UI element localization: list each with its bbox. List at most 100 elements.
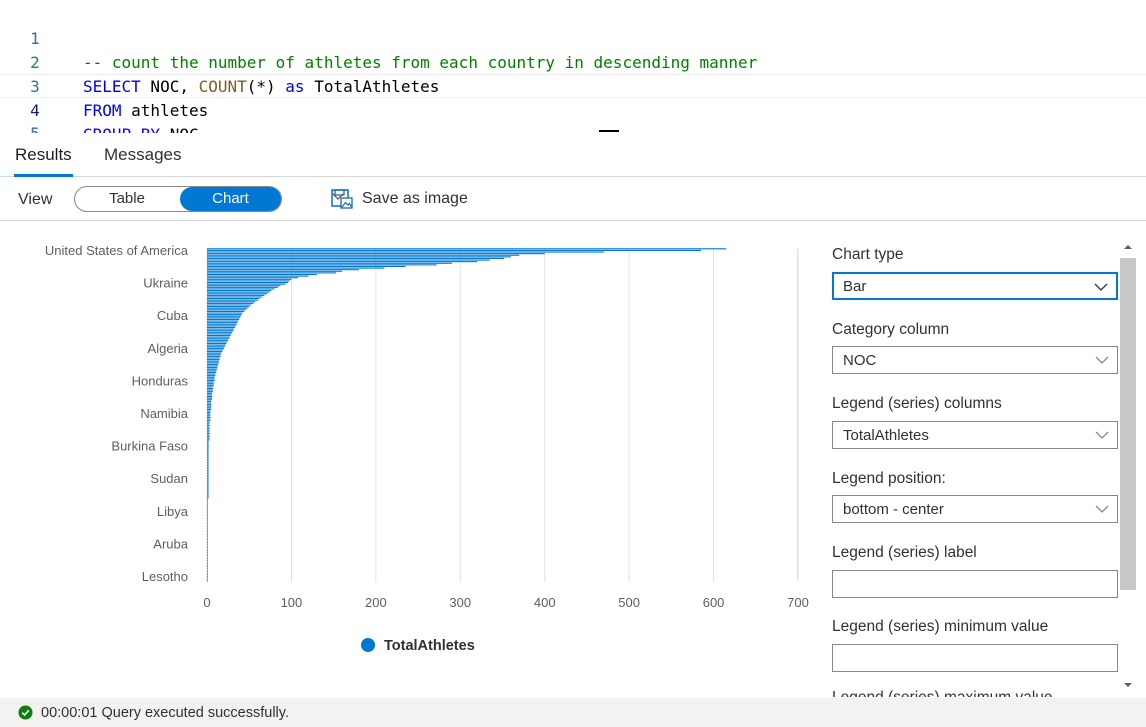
bar [207,273,317,276]
bar [207,339,229,341]
bar [207,312,243,314]
bar [207,540,208,542]
bar [207,558,208,560]
save-as-image-label: Save as image [362,190,468,207]
view-chart-option[interactable]: Chart [180,187,281,211]
code-line-1[interactable]: 1 -- count the number of athletes from e… [0,3,1146,72]
bar [207,330,234,332]
bar [207,375,216,377]
chart-type-label: Chart type [832,246,904,263]
scroll-up-icon[interactable] [1123,242,1133,252]
code-line-4[interactable]: 4 GROUP BY NOC [0,74,1146,133]
legend-columns-select[interactable]: TotalAthletes [832,421,1118,449]
bar [207,453,209,455]
bar [207,363,218,365]
view-label: View [18,191,53,208]
bar [207,391,213,393]
bar [207,524,208,526]
bar [207,412,211,414]
bar [207,421,210,423]
sql-editor[interactable]: 1 -- count the number of athletes from e… [0,0,1146,133]
y-tick-label: United States of America [45,243,189,258]
bar [207,264,437,266]
bar [207,500,208,502]
bar [207,564,208,566]
category-column-value: NOC [843,352,877,369]
bar [207,501,208,504]
view-table-option[interactable]: Table [75,187,179,211]
bar [207,296,262,298]
legend-position-label: Legend position: [832,470,946,487]
bar [207,301,256,303]
legend-position-select[interactable]: bottom - center [832,495,1118,523]
bar [207,562,208,565]
bar [207,344,226,346]
bar [207,392,213,394]
bar [207,429,210,431]
panel-divider [797,250,798,580]
scroll-down-icon[interactable] [1123,680,1133,690]
bar [207,566,208,568]
legend-min-label: Legend (series) minimum value [832,618,1049,635]
bar [207,519,208,521]
resize-handle[interactable] [599,130,619,132]
bar [207,445,209,447]
bar [207,362,219,364]
bar [207,497,209,499]
x-tick-label: 200 [365,595,387,610]
legend-columns-label: Legend (series) columns [832,395,1002,412]
chart-type-select[interactable]: Bar [832,272,1118,300]
category-column-select[interactable]: NOC [832,346,1118,374]
active-tab-indicator [14,174,73,177]
category-column-label: Category column [832,321,950,338]
bar [207,309,246,311]
bar [207,527,208,529]
view-toggle[interactable]: Table Chart [74,186,282,212]
bar [207,386,213,388]
legend-min-input[interactable] [832,644,1118,672]
code-line-2[interactable]: 2 SELECT NOC, COUNT(*) as TotalAthletes [0,27,1146,96]
bar [207,455,209,457]
bar [207,389,213,391]
status-message: 00:00:01 Query executed successfully. [41,705,289,721]
bar [207,298,260,300]
bar [207,468,209,470]
bar [207,413,211,415]
bar [207,310,245,312]
bar [207,395,213,398]
bar [207,546,208,549]
bar [207,456,209,459]
bar [207,299,258,301]
bar [207,368,218,370]
bar [207,530,208,532]
scrollbar-thumb[interactable] [1120,258,1136,590]
bar [207,432,210,435]
bar [207,359,220,361]
code-line-3[interactable]: 3 FROM athletes [0,51,1146,120]
bar [207,304,251,306]
bar [207,354,221,356]
x-tick-label: 500 [618,595,640,610]
chevron-down-icon [1095,505,1109,513]
bar [207,492,209,494]
bar [207,554,208,557]
tab-messages[interactable]: Messages [104,145,181,165]
bar [207,461,209,463]
code-line-5[interactable]: 5 ORDER BY TotalAthletes DESC; [0,98,1146,133]
bar [207,381,214,383]
bar [207,495,209,497]
bar [207,257,505,259]
options-scrollbar[interactable] [1118,236,1138,697]
tab-results[interactable]: Results [15,145,72,165]
bar [207,384,214,386]
bar [207,376,215,378]
legend-label-input[interactable] [832,570,1118,598]
bar [207,506,208,508]
bar [207,248,727,250]
bar [207,569,208,571]
bar [207,551,208,553]
bar [207,379,215,382]
bar [207,352,222,354]
bar [207,259,490,261]
bar [207,485,209,488]
